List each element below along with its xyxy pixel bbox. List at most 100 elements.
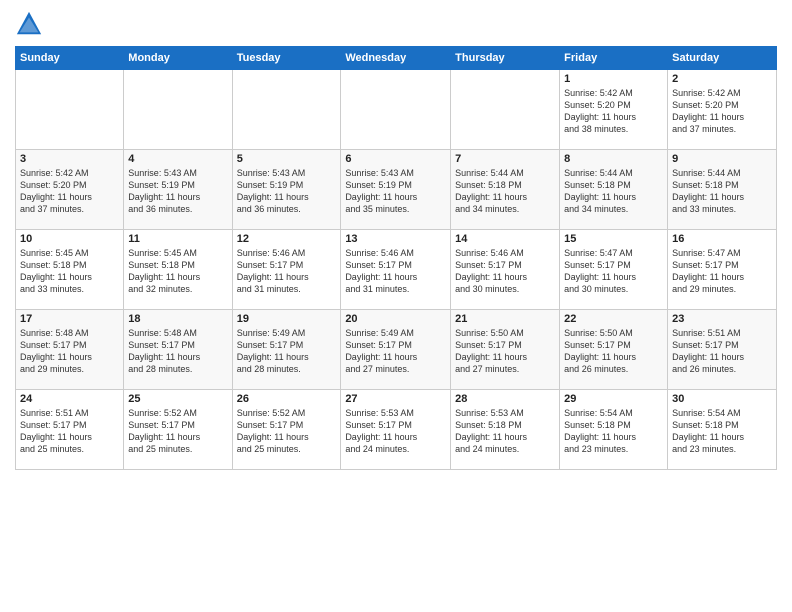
- day-info: Sunrise: 5:46 AM Sunset: 5:17 PM Dayligh…: [237, 247, 337, 296]
- day-info: Sunrise: 5:43 AM Sunset: 5:19 PM Dayligh…: [128, 167, 227, 216]
- day-info: Sunrise: 5:42 AM Sunset: 5:20 PM Dayligh…: [20, 167, 119, 216]
- calendar-cell: 3 Sunrise: 5:42 AM Sunset: 5:20 PM Daylig…: [16, 150, 124, 230]
- day-number: 20: [345, 313, 446, 325]
- day-info: Sunrise: 5:53 AM Sunset: 5:17 PM Dayligh…: [345, 407, 446, 456]
- calendar-week-2: 10 Sunrise: 5:45 AM Sunset: 5:18 PM Dayli…: [16, 230, 777, 310]
- calendar-week-3: 17 Sunrise: 5:48 AM Sunset: 5:17 PM Dayli…: [16, 310, 777, 390]
- calendar-header-monday: Monday: [124, 47, 232, 70]
- calendar-cell: [341, 70, 451, 150]
- calendar-body: 1 Sunrise: 5:42 AM Sunset: 5:20 PM Daylig…: [16, 70, 777, 470]
- day-info: Sunrise: 5:45 AM Sunset: 5:18 PM Dayligh…: [128, 247, 227, 296]
- day-number: 22: [564, 313, 663, 325]
- day-number: 30: [672, 393, 772, 405]
- day-number: 27: [345, 393, 446, 405]
- calendar-week-0: 1 Sunrise: 5:42 AM Sunset: 5:20 PM Daylig…: [16, 70, 777, 150]
- calendar-cell: 12 Sunrise: 5:46 AM Sunset: 5:17 PM Dayli…: [232, 230, 341, 310]
- day-info: Sunrise: 5:54 AM Sunset: 5:18 PM Dayligh…: [564, 407, 663, 456]
- day-info: Sunrise: 5:53 AM Sunset: 5:18 PM Dayligh…: [455, 407, 555, 456]
- calendar-header-wednesday: Wednesday: [341, 47, 451, 70]
- day-number: 1: [564, 73, 663, 85]
- day-number: 11: [128, 233, 227, 245]
- calendar-cell: 20 Sunrise: 5:49 AM Sunset: 5:17 PM Dayli…: [341, 310, 451, 390]
- day-number: 10: [20, 233, 119, 245]
- calendar-header-sunday: Sunday: [16, 47, 124, 70]
- day-number: 7: [455, 153, 555, 165]
- day-number: 13: [345, 233, 446, 245]
- day-info: Sunrise: 5:44 AM Sunset: 5:18 PM Dayligh…: [672, 167, 772, 216]
- day-number: 19: [237, 313, 337, 325]
- calendar-cell: 19 Sunrise: 5:49 AM Sunset: 5:17 PM Dayli…: [232, 310, 341, 390]
- calendar-cell: 14 Sunrise: 5:46 AM Sunset: 5:17 PM Dayli…: [451, 230, 560, 310]
- calendar-cell: 26Sunrise: 5:52 AM Sunset: 5:17 PM Dayli…: [232, 390, 341, 470]
- day-info: Sunrise: 5:51 AM Sunset: 5:17 PM Dayligh…: [672, 327, 772, 376]
- header: [15, 10, 777, 38]
- calendar-cell: 22 Sunrise: 5:50 AM Sunset: 5:17 PM Dayli…: [560, 310, 668, 390]
- day-number: 9: [672, 153, 772, 165]
- day-number: 4: [128, 153, 227, 165]
- day-info: Sunrise: 5:51 AM Sunset: 5:17 PM Dayligh…: [20, 407, 119, 456]
- calendar-cell: 8Sunrise: 5:44 AM Sunset: 5:18 PM Daylig…: [560, 150, 668, 230]
- day-number: 21: [455, 313, 555, 325]
- day-info: Sunrise: 5:50 AM Sunset: 5:17 PM Dayligh…: [564, 327, 663, 376]
- day-info: Sunrise: 5:46 AM Sunset: 5:17 PM Dayligh…: [345, 247, 446, 296]
- day-info: Sunrise: 5:48 AM Sunset: 5:17 PM Dayligh…: [20, 327, 119, 376]
- day-number: 12: [237, 233, 337, 245]
- logo-icon: [15, 10, 43, 38]
- calendar-cell: 7 Sunrise: 5:44 AM Sunset: 5:18 PM Daylig…: [451, 150, 560, 230]
- calendar-header-tuesday: Tuesday: [232, 47, 341, 70]
- day-info: Sunrise: 5:49 AM Sunset: 5:17 PM Dayligh…: [237, 327, 337, 376]
- day-info: Sunrise: 5:43 AM Sunset: 5:19 PM Dayligh…: [237, 167, 337, 216]
- calendar-cell: 18 Sunrise: 5:48 AM Sunset: 5:17 PM Dayli…: [124, 310, 232, 390]
- calendar-cell: 10Sunrise: 5:45 AM Sunset: 5:18 PM Dayli…: [16, 230, 124, 310]
- calendar-cell: [124, 70, 232, 150]
- calendar-cell: 2 Sunrise: 5:42 AM Sunset: 5:20 PM Daylig…: [668, 70, 777, 150]
- calendar-cell: 17 Sunrise: 5:48 AM Sunset: 5:17 PM Dayli…: [16, 310, 124, 390]
- day-number: 18: [128, 313, 227, 325]
- day-number: 5: [237, 153, 337, 165]
- calendar-cell: 1Sunrise: 5:42 AM Sunset: 5:20 PM Daylig…: [560, 70, 668, 150]
- calendar-week-4: 24 Sunrise: 5:51 AM Sunset: 5:17 PM Dayli…: [16, 390, 777, 470]
- day-info: Sunrise: 5:48 AM Sunset: 5:17 PM Dayligh…: [128, 327, 227, 376]
- calendar-cell: 5 Sunrise: 5:43 AM Sunset: 5:19 PM Daylig…: [232, 150, 341, 230]
- calendar-week-1: 3 Sunrise: 5:42 AM Sunset: 5:20 PM Daylig…: [16, 150, 777, 230]
- calendar-cell: 25Sunrise: 5:52 AM Sunset: 5:17 PM Dayli…: [124, 390, 232, 470]
- day-number: 3: [20, 153, 119, 165]
- calendar-cell: [451, 70, 560, 150]
- calendar-cell: 16Sunrise: 5:47 AM Sunset: 5:17 PM Dayli…: [668, 230, 777, 310]
- calendar-header-saturday: Saturday: [668, 47, 777, 70]
- day-info: Sunrise: 5:43 AM Sunset: 5:19 PM Dayligh…: [345, 167, 446, 216]
- calendar-cell: 4 Sunrise: 5:43 AM Sunset: 5:19 PM Daylig…: [124, 150, 232, 230]
- day-number: 14: [455, 233, 555, 245]
- calendar-table: SundayMondayTuesdayWednesdayThursdayFrid…: [15, 46, 777, 470]
- day-number: 23: [672, 313, 772, 325]
- day-number: 28: [455, 393, 555, 405]
- day-info: Sunrise: 5:54 AM Sunset: 5:18 PM Dayligh…: [672, 407, 772, 456]
- calendar-cell: 9 Sunrise: 5:44 AM Sunset: 5:18 PM Daylig…: [668, 150, 777, 230]
- calendar-cell: 24 Sunrise: 5:51 AM Sunset: 5:17 PM Dayli…: [16, 390, 124, 470]
- day-number: 6: [345, 153, 446, 165]
- calendar-cell: 30 Sunrise: 5:54 AM Sunset: 5:18 PM Dayli…: [668, 390, 777, 470]
- calendar-header-thursday: Thursday: [451, 47, 560, 70]
- day-info: Sunrise: 5:46 AM Sunset: 5:17 PM Dayligh…: [455, 247, 555, 296]
- day-number: 16: [672, 233, 772, 245]
- day-number: 17: [20, 313, 119, 325]
- calendar-cell: 29 Sunrise: 5:54 AM Sunset: 5:18 PM Dayli…: [560, 390, 668, 470]
- calendar-header-friday: Friday: [560, 47, 668, 70]
- day-info: Sunrise: 5:52 AM Sunset: 5:17 PM Dayligh…: [237, 407, 337, 456]
- day-number: 8: [564, 153, 663, 165]
- logo: [15, 10, 47, 38]
- day-info: Sunrise: 5:44 AM Sunset: 5:18 PM Dayligh…: [455, 167, 555, 216]
- day-number: 2: [672, 73, 772, 85]
- day-number: 24: [20, 393, 119, 405]
- day-number: 29: [564, 393, 663, 405]
- day-info: Sunrise: 5:47 AM Sunset: 5:17 PM Dayligh…: [564, 247, 663, 296]
- day-info: Sunrise: 5:50 AM Sunset: 5:17 PM Dayligh…: [455, 327, 555, 376]
- day-number: 25: [128, 393, 227, 405]
- calendar-cell: 27 Sunrise: 5:53 AM Sunset: 5:17 PM Dayli…: [341, 390, 451, 470]
- calendar-cell: 23 Sunrise: 5:51 AM Sunset: 5:17 PM Dayli…: [668, 310, 777, 390]
- day-info: Sunrise: 5:49 AM Sunset: 5:17 PM Dayligh…: [345, 327, 446, 376]
- day-number: 15: [564, 233, 663, 245]
- calendar-cell: 21 Sunrise: 5:50 AM Sunset: 5:17 PM Dayli…: [451, 310, 560, 390]
- calendar-cell: 11 Sunrise: 5:45 AM Sunset: 5:18 PM Dayli…: [124, 230, 232, 310]
- day-info: Sunrise: 5:42 AM Sunset: 5:20 PM Dayligh…: [672, 87, 772, 136]
